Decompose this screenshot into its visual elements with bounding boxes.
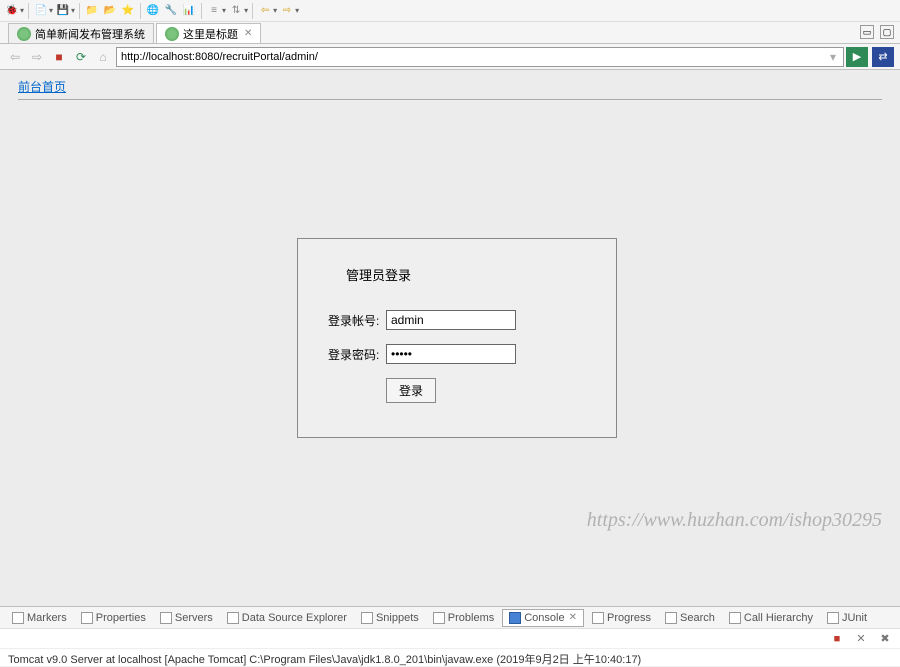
remove-all-icon[interactable]: ✖: [878, 632, 892, 646]
go-button[interactable]: ▶: [846, 47, 868, 67]
markers-icon: [12, 612, 24, 624]
editor-tab-bar: 简单新闻发布管理系统 这里是标题 ✕ ▭ ▢: [0, 22, 900, 44]
new-icon[interactable]: 📄: [33, 3, 49, 19]
close-icon[interactable]: ✕: [244, 28, 252, 39]
terminate-icon[interactable]: ■: [830, 632, 844, 646]
dropdown-icon[interactable]: ▾: [824, 48, 842, 66]
sort-icon[interactable]: ⇅: [228, 3, 244, 19]
open-icon[interactable]: 📂: [102, 3, 118, 19]
list-icon[interactable]: ≡: [206, 3, 222, 19]
snippets-icon: [361, 612, 373, 624]
tab-console[interactable]: Console✕: [502, 609, 584, 627]
properties-icon: [81, 612, 93, 624]
bottom-view-tabs: Markers Properties Servers Data Source E…: [0, 606, 900, 628]
globe-icon[interactable]: 🌐: [145, 3, 161, 19]
password-input[interactable]: [386, 344, 516, 364]
login-title: 管理员登录: [346, 265, 586, 284]
tab-markers[interactable]: Markers: [6, 610, 73, 626]
admin-login-form: 管理员登录 登录帐号: 登录密码: 登录: [297, 238, 617, 438]
folder-icon[interactable]: 📁: [84, 3, 100, 19]
globe-icon: [17, 27, 31, 41]
forward-icon[interactable]: ⇨: [28, 48, 46, 66]
console-icon: [509, 612, 521, 624]
tab-problems[interactable]: Problems: [427, 610, 500, 626]
maximize-icon[interactable]: ▢: [880, 25, 894, 39]
tool-icon[interactable]: 🔧: [163, 3, 179, 19]
junit-icon: [827, 612, 839, 624]
datasource-icon: [227, 612, 239, 624]
username-label: 登录帐号:: [328, 312, 386, 329]
divider: [18, 99, 882, 100]
tab-servers[interactable]: Servers: [154, 610, 219, 626]
star-icon[interactable]: ⭐: [120, 3, 136, 19]
tab-news-system[interactable]: 简单新闻发布管理系统: [8, 23, 154, 43]
url-input[interactable]: [116, 47, 844, 67]
tab-label: 简单新闻发布管理系统: [35, 26, 145, 42]
back-icon[interactable]: ⇦: [6, 48, 24, 66]
console-status: Tomcat v9.0 Server at localhost [Apache …: [0, 648, 900, 666]
back-arrow-icon[interactable]: ⇦: [257, 3, 273, 19]
bug-icon[interactable]: 🐞: [4, 3, 20, 19]
tab-window-controls: ▭ ▢: [860, 25, 894, 39]
tab-callhierarchy[interactable]: Call Hierarchy: [723, 610, 819, 626]
home-icon[interactable]: ⌂: [94, 48, 112, 66]
progress-icon: [592, 612, 604, 624]
servers-icon: [160, 612, 172, 624]
watermark-text: https://www.huzhan.com/ishop30295: [587, 509, 882, 532]
main-toolbar: 🐞▾ 📄▾ 💾▾ 📁 📂 ⭐ 🌐 🔧 📊 ≡▾ ⇅▾ ⇦▾ ⇨▾: [0, 0, 900, 22]
tab-datasource[interactable]: Data Source Explorer: [221, 610, 353, 626]
fwd-arrow-icon[interactable]: ⇨: [279, 3, 295, 19]
tab-properties[interactable]: Properties: [75, 610, 152, 626]
frontend-home-link[interactable]: 前台首页: [18, 80, 66, 94]
tab-search[interactable]: Search: [659, 610, 721, 626]
tab-title-page[interactable]: 这里是标题 ✕: [156, 23, 261, 43]
close-icon[interactable]: ✕: [569, 612, 577, 623]
tab-progress[interactable]: Progress: [586, 610, 657, 626]
login-button[interactable]: 登录: [386, 378, 436, 403]
password-label: 登录密码:: [328, 346, 386, 363]
stop-icon[interactable]: ■: [50, 48, 68, 66]
save-icon[interactable]: 💾: [55, 3, 71, 19]
username-input[interactable]: [386, 310, 516, 330]
callhierarchy-icon: [729, 612, 741, 624]
tab-snippets[interactable]: Snippets: [355, 610, 425, 626]
tree-icon[interactable]: 📊: [181, 3, 197, 19]
minimize-icon[interactable]: ▭: [860, 25, 874, 39]
browser-viewport: 前台首页 管理员登录 登录帐号: 登录密码: 登录 https://www.hu…: [0, 70, 900, 606]
search-icon: [665, 612, 677, 624]
refresh-icon[interactable]: ⟳: [72, 48, 90, 66]
globe-icon: [165, 27, 179, 41]
remove-icon[interactable]: ✕: [854, 632, 868, 646]
tab-junit[interactable]: JUnit: [821, 610, 873, 626]
tab-label: 这里是标题: [183, 26, 238, 42]
console-toolbar: ■ ✕ ✖: [0, 628, 900, 648]
browser-address-bar: ⇦ ⇨ ■ ⟳ ⌂ ▾ ▶ ⇄: [0, 44, 900, 70]
browser-switch-button[interactable]: ⇄: [872, 47, 894, 67]
problems-icon: [433, 612, 445, 624]
